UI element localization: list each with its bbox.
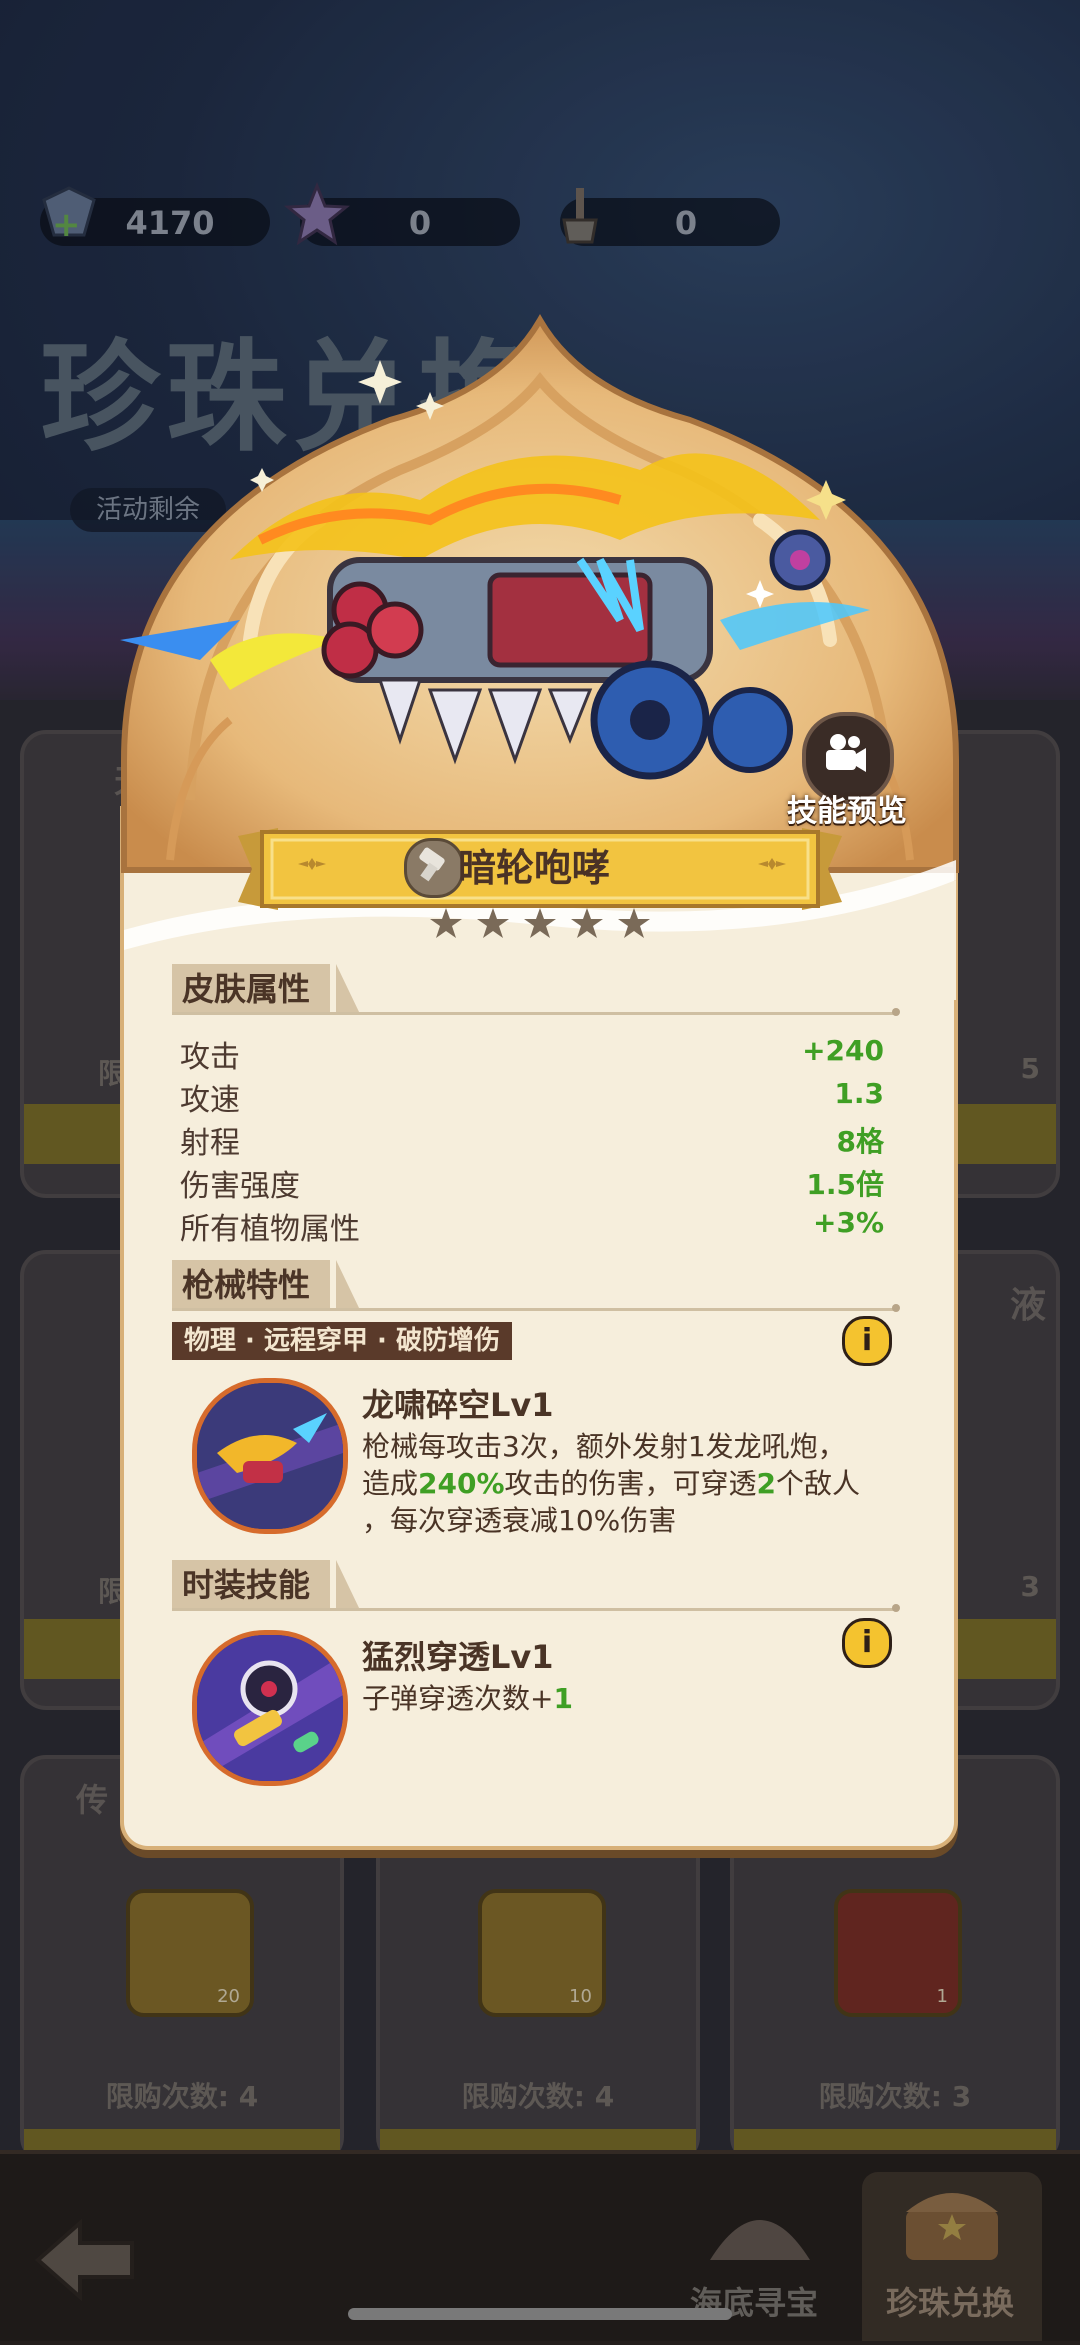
gun-skill-desc-line: ，每次穿透衰减10%伤害 — [362, 1504, 677, 1537]
shovel-count: 0 — [674, 204, 698, 242]
item-count: 1 — [936, 1986, 948, 2007]
card-limit: 限购次数: 4 — [105, 2080, 259, 2113]
skin-name: 暗轮咆哮 — [458, 846, 611, 890]
section-divider-dot — [892, 1604, 900, 1612]
back-arrow-icon[interactable] — [30, 2215, 140, 2305]
tab-pearl-exchange[interactable]: 珍珠兑换 — [886, 2278, 1014, 2324]
section-divider — [172, 1308, 894, 1311]
costume-skill-name: 猛烈穿透Lv1 — [362, 1638, 554, 1676]
star-icon — [571, 908, 603, 938]
section-divider — [172, 1012, 894, 1015]
video-camera-icon — [826, 734, 866, 772]
stat-value-damage-strength: 1.5倍 — [806, 1168, 884, 1201]
item-seed-pack-icon: 10 — [478, 1889, 606, 2017]
stat-value-range: 8格 — [836, 1125, 884, 1158]
gun-skill-desc-line: 枪械每攻击3次，额外发射1发龙吼炮， — [362, 1430, 846, 1463]
section-divider-dot — [892, 1008, 900, 1016]
star-icon — [524, 908, 556, 938]
stat-label-attack: 攻击 — [180, 1040, 240, 1075]
stat-value-all-plants: +3% — [813, 1206, 884, 1239]
section-title-gun-traits: 枪械特性 — [172, 1260, 331, 1310]
star-shell-icon — [284, 181, 350, 246]
treasure-chest-icon — [906, 2193, 998, 2260]
section-divider-dot — [892, 1304, 900, 1312]
stat-label-damage-strength: 伤害强度 — [180, 1169, 300, 1204]
home-indicator[interactable] — [348, 2308, 732, 2320]
card-limit: 3 — [1020, 1570, 1040, 1603]
skin-type-icon — [404, 838, 464, 898]
item-canister-icon: 1 — [834, 1889, 962, 2017]
section-divider — [172, 1608, 894, 1611]
gun-trait-tag: 物理 · 远程穿甲 · 破防增伤 — [172, 1322, 512, 1360]
stat-value-attack: +240 — [802, 1034, 884, 1067]
shovel-icon — [562, 188, 598, 244]
star-count: 0 — [408, 204, 432, 242]
section-tab-tail — [336, 1560, 360, 1610]
svg-text:+: + — [52, 205, 81, 245]
section-tab-tail — [336, 1260, 360, 1310]
costume-skill-description: 子弹穿透次数+1 — [362, 1682, 573, 1715]
card-limit: 限购次数: 4 — [461, 2080, 615, 2113]
item-potion-icon: 20 — [126, 1889, 254, 2017]
star-icon — [618, 908, 650, 938]
stat-label-all-plants: 所有植物属性 — [180, 1212, 360, 1247]
stat-label-attack-speed: 攻速 — [180, 1083, 240, 1118]
gun-skill-description: 枪械每攻击3次，额外发射1发龙吼炮， 造成240%攻击的伤害，可穿透2个敌人 ，… — [362, 1428, 902, 1539]
star-icon — [430, 908, 462, 938]
card-title: 天 — [114, 762, 147, 800]
background-wave — [0, 520, 1080, 720]
card-title: 液 — [1009, 1285, 1046, 1326]
section-title-attributes: 皮肤属性 — [172, 964, 331, 1014]
event-timer: 活动剩余 — [70, 488, 227, 532]
gun-skill-desc-line: 造成240%攻击的伤害，可穿透2个敌人 — [362, 1467, 861, 1500]
section-tab-tail — [336, 964, 360, 1014]
gun-skill-name: 龙啸碎空Lv1 — [362, 1386, 554, 1424]
card-limit: 5 — [1020, 1052, 1040, 1085]
stat-value-attack-speed: 1.3 — [834, 1077, 884, 1110]
section-title-costume-skill: 时装技能 — [172, 1560, 331, 1610]
item-count: 10 — [569, 1986, 592, 2007]
treasure-shell-icon — [710, 2220, 810, 2260]
costume-skill-info-button[interactable]: i — [842, 1618, 892, 1668]
dragon-cannon-skill-icon — [192, 1378, 348, 1534]
pearl-gem-icon: + — [42, 186, 96, 245]
card-limit: 限购次数: 3 — [818, 2080, 972, 2113]
page-title: 珍珠兑换 — [40, 327, 544, 468]
pearl-count: 4170 — [125, 204, 215, 242]
stat-label-range: 射程 — [180, 1126, 240, 1161]
item-count: 20 — [217, 1986, 240, 2007]
skill-preview-label[interactable]: 技能预览 — [772, 786, 922, 830]
penetration-skill-icon — [192, 1630, 348, 1786]
gun-trait-info-button[interactable]: i — [842, 1316, 892, 1366]
star-icon — [477, 908, 509, 938]
